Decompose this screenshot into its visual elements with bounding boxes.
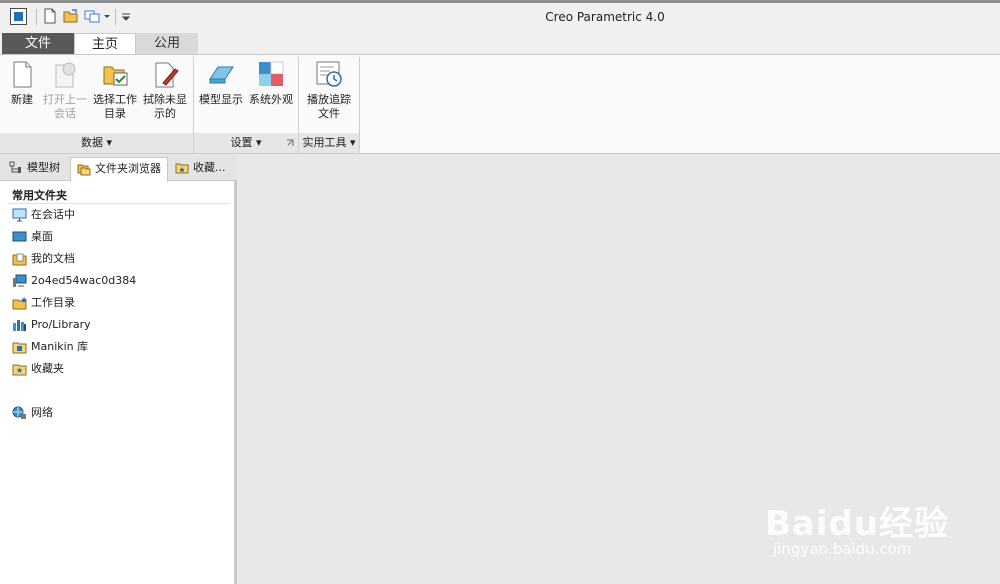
open-last-session-button[interactable]: 打开上一 会话 (40, 59, 90, 121)
folder-item-label: 2o4ed54wac0d384 (31, 274, 137, 287)
folder-item-working-directory[interactable]: 工作目录 (12, 294, 75, 312)
erase-not-displayed-label-line2: 示的 (154, 107, 176, 120)
select-working-directory-button[interactable]: 选择工作 目录 (90, 59, 140, 121)
library-icon (13, 320, 26, 331)
in-session-icon (12, 208, 27, 222)
folder-item-in-session[interactable]: 在会话中 (12, 206, 75, 224)
tab-model-tree-label: 模型树 (27, 161, 60, 174)
tab-favorites-label: 收藏... (193, 161, 226, 174)
model-display-icon (209, 66, 234, 84)
play-trail-file-icon (316, 61, 342, 87)
window-title: Creo Parametric 4.0 (545, 10, 665, 24)
folder-item-desktop[interactable]: 桌面 (12, 228, 53, 246)
desktop-icon (12, 231, 27, 242)
working-directory-icon (12, 297, 27, 310)
new-button-label: 新建 (11, 93, 33, 106)
open-last-session-icon (55, 62, 76, 88)
computer-icon (13, 274, 27, 287)
erase-not-displayed-icon (155, 62, 179, 88)
erase-not-displayed-label-line1: 拭除未显 (143, 93, 187, 106)
favorites-tab-icon (175, 163, 189, 174)
folder-item-favorites[interactable]: 收藏夹 (12, 360, 64, 378)
system-appearance-button[interactable]: 系统外观 (246, 59, 296, 107)
play-trail-file-button[interactable]: 播放追踪 文件 (302, 59, 356, 121)
watermark-url: jingyan.baidu.com (773, 540, 912, 558)
select-working-directory-label-line1: 选择工作 (93, 93, 137, 106)
play-trail-file-label-line2: 文件 (318, 107, 340, 120)
group-settings-label[interactable]: 设置 ▾ (194, 133, 298, 153)
folder-item-label: 我的文档 (31, 252, 75, 265)
tab-folder-browser-label: 文件夹浏览器 (95, 162, 161, 175)
play-trail-file-label-line1: 播放追踪 (307, 93, 351, 106)
system-appearance-label: 系统外观 (249, 93, 293, 106)
network-icon (12, 406, 26, 419)
group-data-label[interactable]: 数据 ▾ (0, 133, 193, 153)
folder-item-label: Pro/Library (31, 318, 91, 331)
dialog-launcher-icon[interactable] (286, 139, 294, 147)
navigator-tabs: 模型树 文件夹浏览器 收藏... (0, 155, 237, 182)
folder-item-label: 收藏夹 (31, 362, 64, 375)
my-documents-icon (12, 253, 27, 266)
tab-file[interactable]: 文件 (2, 33, 74, 54)
favorites-icon (12, 364, 27, 376)
navigator-panel: 模型树 文件夹浏览器 收藏... 常用文件夹 在会话中 桌面 我的文档 2o4e… (0, 155, 237, 584)
tab-folder-browser[interactable]: 文件夹浏览器 (70, 157, 168, 182)
select-working-directory-label-line2: 目录 (104, 107, 126, 120)
tab-common[interactable]: 公用 (136, 33, 198, 54)
manikin-library-icon (12, 342, 27, 354)
folder-item-network[interactable]: 网络 (12, 404, 53, 422)
model-tree-icon (9, 161, 21, 173)
new-document-icon (13, 61, 32, 88)
model-display-button[interactable]: 模型显示 (196, 59, 246, 107)
tab-favorites[interactable]: 收藏... (169, 157, 235, 181)
tab-home[interactable]: 主页 (74, 33, 136, 55)
select-working-directory-icon (103, 66, 128, 86)
watermark: Baidu经验 jingyan.baidu.com (765, 478, 955, 568)
folder-item-label: 网络 (31, 406, 53, 419)
folder-browser-icon (77, 164, 91, 176)
folder-item-label: 在会话中 (31, 208, 75, 221)
tab-model-tree[interactable]: 模型树 (3, 157, 69, 181)
folder-item-pro-library[interactable]: Pro/Library (12, 316, 91, 334)
open-last-session-label-line2: 会话 (54, 107, 76, 120)
folder-item-label: 桌面 (31, 230, 53, 243)
watermark-brand: Baidu经验 (765, 504, 950, 544)
divider (8, 203, 230, 204)
title-bar: Creo Parametric 4.0 (0, 0, 1000, 31)
new-button[interactable]: 新建 (4, 59, 40, 107)
erase-not-displayed-button[interactable]: 拭除未显 示的 (140, 59, 190, 121)
ribbon: 新建 打开上一 会话 选择工作 目录 拭除未显 示的 模型显示 系统外观 播放追… (0, 54, 1000, 154)
group-utilities-label[interactable]: 实用工具 ▾ (299, 133, 359, 153)
ribbon-tab-bar: 文件 主页 公用 (0, 31, 1000, 55)
common-folders-heading: 常用文件夹 (12, 189, 67, 202)
folder-item-label: 工作目录 (31, 296, 75, 309)
folder-item-my-documents[interactable]: 我的文档 (12, 250, 75, 268)
open-last-session-label-line1: 打开上一 (43, 93, 87, 106)
folder-item-label: Manikin 库 (31, 340, 89, 353)
folder-item-computer[interactable]: 2o4ed54wac0d384 (12, 272, 136, 290)
system-appearance-icon (259, 61, 284, 86)
group-separator (359, 57, 360, 153)
folder-item-manikin-library[interactable]: Manikin 库 (12, 338, 88, 356)
model-display-label: 模型显示 (199, 93, 243, 106)
